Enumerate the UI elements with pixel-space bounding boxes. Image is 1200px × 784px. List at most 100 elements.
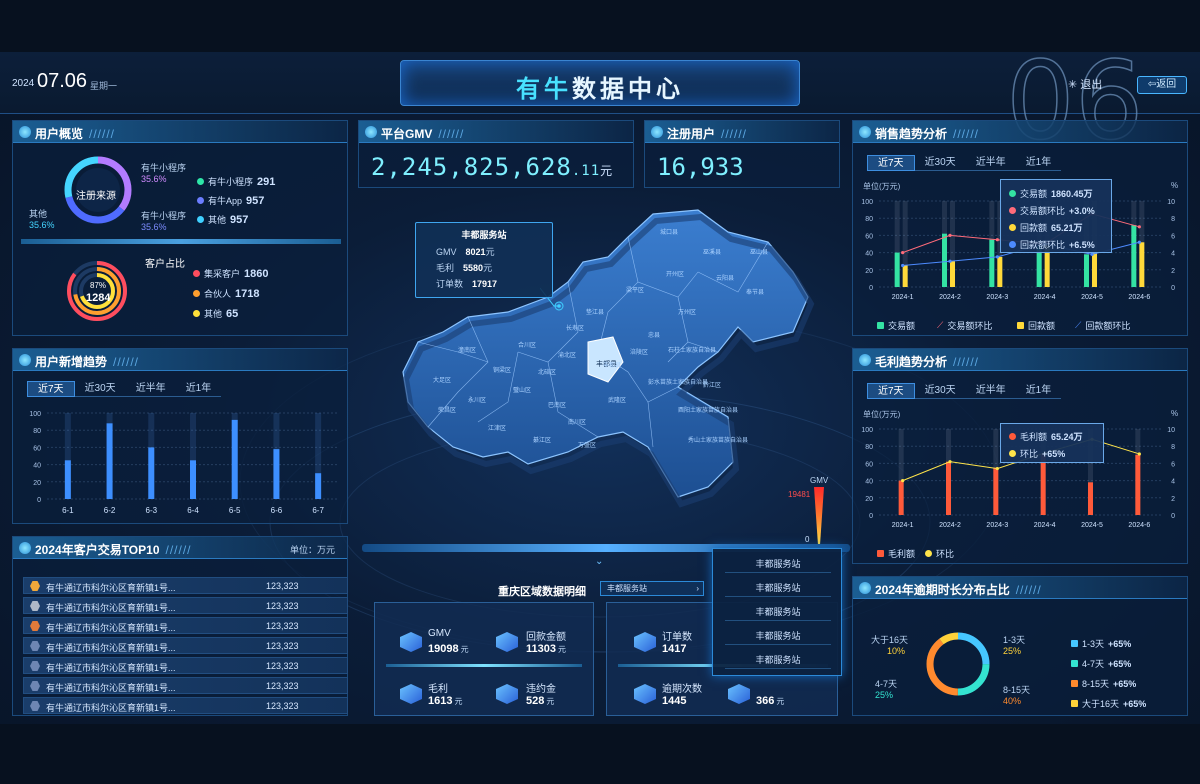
tab-30d[interactable]: 近30天: [74, 381, 126, 397]
map-district-label: 云阳县: [716, 274, 734, 282]
map-tooltip: 丰都服务站 GMV 8021元 毛利 5580元 订单数 17917: [415, 222, 553, 298]
legend-item: 回款额: [1017, 319, 1055, 332]
panel-title: 2024年客户交易TOP10//////: [35, 543, 192, 557]
bar: [315, 473, 322, 499]
table-row[interactable]: 有牛通辽市科尔沁区育新镇1号... 123,323: [23, 617, 348, 634]
tab-7d[interactable]: 近7天: [27, 381, 75, 397]
row-value: 123,323: [266, 701, 299, 711]
table-row[interactable]: 有牛通辽市科尔沁区育新镇1号... 123,323: [23, 637, 348, 654]
overdue-donut: [926, 632, 990, 696]
x-tick-label: 6-3: [146, 506, 158, 515]
y-tick-label: 40: [865, 251, 873, 258]
tab-half-year[interactable]: 近半年: [125, 381, 176, 397]
tab-half-year[interactable]: 近半年: [965, 155, 1016, 171]
divider-glow: [386, 664, 582, 667]
y2-tick-label: 0: [1171, 513, 1175, 520]
tooltip-row-orders: 订单数 17917: [436, 279, 498, 289]
tooltip-row: 回款额 65.21万: [1009, 221, 1083, 234]
rank-hex-icon: [30, 601, 40, 611]
map-district-label: 梁平区: [626, 286, 644, 294]
callout-gt16: 大于16天 10%: [871, 635, 909, 656]
bar: [1088, 482, 1093, 515]
dropdown-option[interactable]: 丰都服务站: [725, 651, 831, 669]
source-legend: 有牛小程序 291 有牛App 957 其他 957: [197, 175, 275, 226]
y2-tick-label: 4: [1171, 251, 1175, 258]
bar: [894, 252, 900, 287]
user-overview-panel: 用户概览////// 注册来源 有牛小程序 35.6% 有牛小程序 35.6% 其他…: [12, 120, 348, 336]
panel-title: 2024年逾期时长分布占比//////: [875, 583, 1042, 597]
table-row[interactable]: 有牛通辽市科尔沁区育新镇1号... 123,323: [23, 697, 348, 714]
x-tick-label: 2024-1: [892, 294, 914, 301]
map-district-label: 渝北区: [558, 351, 576, 359]
margin-tooltip: 毛利额 65.24万 环比 +65%: [1000, 423, 1104, 463]
tab-7d[interactable]: 近7天: [867, 155, 915, 171]
y-tick-label: 80: [865, 444, 873, 451]
tab-1y[interactable]: 近1年: [1015, 383, 1062, 399]
bar: [106, 423, 113, 499]
overdue-panel: 2024年逾期时长分布占比////// 大于16天 10% 1-3天 25% 4-7…: [852, 576, 1188, 716]
legend-item: 有牛小程序 291: [197, 175, 275, 188]
kpi-label: 逾期次数: [662, 684, 702, 695]
tab-30d[interactable]: 近30天: [914, 155, 966, 171]
table-row[interactable]: 有牛通辽市科尔沁区育新镇1号... 123,323: [23, 677, 348, 694]
dropdown-option[interactable]: 丰都服务站: [725, 579, 831, 597]
y-tick-label: 60: [865, 233, 873, 240]
tab-1y[interactable]: 近1年: [1015, 155, 1062, 171]
legend-item: 集采客户 1860: [193, 267, 269, 280]
legend-item: 其他 65: [193, 307, 269, 320]
table-row[interactable]: 有牛通辽市科尔沁区育新镇1号... 123,323: [23, 657, 348, 674]
margin-legend: 毛利额 环比: [877, 547, 1077, 559]
tab-half-year[interactable]: 近半年: [965, 383, 1016, 399]
bar: [1084, 254, 1089, 287]
legend-item: 交易额: [877, 319, 915, 332]
tooltip-row: 交易额 1860.45万: [1009, 187, 1093, 200]
tab-30d[interactable]: 近30天: [914, 383, 966, 399]
registered-users-panel: 注册用户////// 16,933: [644, 120, 840, 188]
kpi-value: 366 元: [756, 695, 785, 707]
bar: [273, 449, 280, 499]
back-button[interactable]: ⇦返回: [1137, 76, 1187, 94]
map-district-label: 万州区: [678, 309, 696, 316]
map-district-label: 黔江区: [703, 381, 721, 389]
date-day: 07.06: [37, 70, 88, 92]
kpi-value: 528 元: [526, 695, 555, 707]
title-plate: 有牛数据中心: [400, 60, 800, 106]
detail-title: 重庆区域数据明细: [498, 586, 586, 598]
y2-tick-label: 2: [1171, 496, 1175, 503]
sales-tooltip: 交易额 1860.45万 交易额环比 +3.0% 回款额 65.21万 回款额环比 +6…: [1000, 179, 1112, 253]
series-point: [901, 479, 905, 483]
panel-title: 用户概览//////: [35, 127, 116, 141]
tab-7d[interactable]: 近7天: [867, 383, 915, 399]
gmv-scale-label: GMV: [810, 476, 829, 485]
header-bar: 2024 07.06 星期一 有牛数据中心 06 ✳ 退出 ⇦返回: [0, 52, 1200, 156]
kpi-label: 订单数: [662, 632, 692, 643]
dropdown-option[interactable]: 丰都服务站: [725, 555, 831, 573]
row-name: 有牛通辽市科尔沁区育新镇1号...: [46, 683, 176, 693]
dropdown-option[interactable]: 丰都服务站: [725, 627, 831, 645]
map-district-label: 涪陵区: [630, 348, 648, 356]
table-row[interactable]: 有牛通辽市科尔沁区育新镇1号... 123,323: [23, 577, 348, 594]
series-point: [1137, 452, 1141, 456]
kpi-value: 1417: [662, 643, 687, 655]
logout-button[interactable]: ✳ 退出: [1068, 76, 1102, 92]
kpi-value: 1445: [662, 695, 687, 707]
legend-item: 有牛App 957: [197, 194, 275, 207]
date-weekday: 星期一: [90, 81, 118, 91]
tab-1y[interactable]: 近1年: [175, 381, 222, 397]
kpi-label: 毛利: [428, 684, 448, 695]
series-point: [948, 460, 952, 464]
table-row[interactable]: 有牛通辽市科尔沁区育新镇1号... 123,323: [23, 597, 348, 614]
y2-tick-label: 10: [1167, 427, 1175, 434]
panel-title: 注册用户//////: [667, 127, 748, 141]
detail-select[interactable]: 丰都服务站 ›: [600, 581, 704, 596]
legend-item: 毛利额: [877, 547, 915, 560]
divider-bar: [21, 239, 341, 244]
kpi-label: 回款金额: [526, 632, 566, 643]
legend-item: 8-15天 +65%: [1071, 677, 1146, 690]
dropdown-option[interactable]: 丰都服务站: [725, 603, 831, 621]
panel-icon: [651, 126, 663, 138]
panel-icon: [859, 354, 871, 366]
kpi-value: 11303 元: [526, 643, 566, 655]
map-district-label: 南川区: [568, 418, 586, 426]
map-district-label: 忠县: [648, 331, 660, 339]
